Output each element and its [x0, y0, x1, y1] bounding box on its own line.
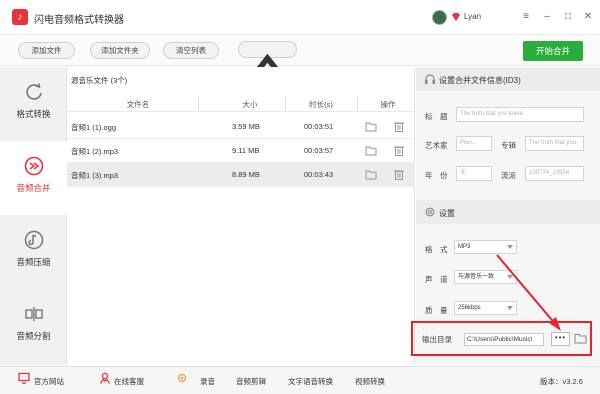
open-output-folder-icon[interactable] — [574, 333, 587, 344]
delete-icon[interactable] — [393, 169, 405, 180]
file-duration: 00:03:43 — [304, 170, 334, 179]
chevron-down-icon — [507, 275, 513, 279]
id3-section-title: 设置合并文件信息(ID3) — [439, 76, 521, 85]
maximize-button[interactable]: □ — [561, 10, 575, 24]
year-input[interactable]: 无 — [456, 166, 492, 181]
channel-select[interactable]: 与源音乐一致 — [454, 270, 517, 284]
title-bar: ♪ 闪电音频格式转换器 Lyan ≡ – □ ✕ — [0, 0, 600, 35]
sidebar-item-label: 格式转换 — [16, 109, 51, 119]
file-duration: 00:03:57 — [304, 146, 334, 155]
app-logo-icon: ♪ — [12, 9, 28, 25]
sidebar-item-audio-split[interactable]: 音频分割 — [0, 289, 67, 363]
format-select-value: MP3 — [458, 244, 471, 250]
refresh-icon — [26, 83, 42, 100]
column-header-filename: 文件名 — [126, 100, 150, 109]
delete-icon[interactable] — [393, 121, 405, 132]
year-label: 年 份 — [425, 171, 448, 180]
close-button[interactable]: ✕ — [581, 10, 595, 24]
genre-label: 流派 — [501, 171, 516, 180]
delete-icon[interactable] — [393, 145, 405, 156]
file-duration: 00:03:51 — [304, 122, 334, 131]
column-divider[interactable] — [198, 96, 199, 110]
quality-label: 质 量 — [425, 306, 448, 315]
merge-icon — [24, 156, 44, 176]
app-title: 闪电音频格式转换器 — [34, 15, 124, 26]
settings-section-header: 设置 — [416, 200, 600, 224]
toolbar: 添加文件 添加文件夹 清空列表 开始合并 — [0, 36, 600, 135]
column-divider[interactable] — [357, 96, 358, 110]
sidebar: 格式转换 音频合并 音频压缩 音频分割 — [0, 67, 67, 365]
add-file-button[interactable]: 添加文件 — [18, 42, 75, 59]
file-size: 8.89 MB — [232, 170, 260, 179]
start-merge-button[interactable]: 开始合并 — [523, 41, 583, 61]
online-support-link[interactable]: 在线客服 — [114, 376, 144, 387]
file-name: 音频1 (3).mp3 — [71, 171, 119, 180]
title-label: 标 题 — [425, 112, 448, 121]
id3-section-header: 设置合并文件信息(ID3) — [416, 67, 600, 91]
column-header-size: 大小 — [242, 100, 258, 109]
sidebar-item-label: 音频分割 — [16, 331, 51, 341]
record-link[interactable]: 录音 — [200, 376, 215, 387]
artist-label: 艺术家 — [425, 141, 448, 150]
format-select[interactable]: MP3 — [454, 240, 517, 254]
video-convert-link[interactable]: 视频转换 — [355, 376, 385, 387]
browse-button[interactable]: ••• — [551, 332, 570, 346]
split-icon — [25, 307, 43, 321]
vip-badge-icon — [452, 13, 460, 21]
clear-list-button[interactable]: 清空列表 — [163, 42, 219, 59]
quality-select[interactable]: 256kbps — [454, 301, 517, 315]
username[interactable]: Lyan — [464, 12, 481, 21]
version-label: 版本：v3.2.6 — [540, 377, 583, 386]
audio-edit-link[interactable]: 音频剪辑 — [236, 376, 266, 387]
output-path-field[interactable]: C:\Users\Public\Music\ — [464, 333, 544, 346]
gear-icon — [425, 207, 435, 217]
minimize-button[interactable]: – — [540, 10, 554, 24]
sidebar-item-label: 音频合并 — [16, 183, 51, 193]
sidebar-item-audio-merge[interactable]: 音频合并 — [0, 141, 67, 215]
sidebar-item-audio-compress[interactable]: 音频压缩 — [0, 215, 67, 289]
file-size: 9.11 MB — [232, 146, 260, 155]
headphones-icon — [425, 74, 435, 84]
artist-input[interactable]: Pian... — [456, 136, 492, 151]
settings-section-title: 设置 — [439, 209, 455, 218]
sidebar-item-format-convert[interactable]: 格式转换 — [0, 67, 67, 141]
column-divider[interactable] — [285, 96, 286, 110]
sidebar-item-label: 音频压缩 — [16, 257, 51, 267]
compress-icon — [24, 230, 44, 250]
open-folder-icon[interactable] — [365, 121, 377, 132]
album-label: 专辑 — [501, 141, 516, 150]
open-folder-icon[interactable] — [365, 169, 377, 180]
chevron-down-icon — [507, 245, 513, 249]
file-name: 音频1 (2).mp3 — [71, 147, 119, 156]
title-input[interactable]: The truth that you leave — [456, 107, 584, 122]
open-folder-icon[interactable] — [365, 145, 377, 156]
menu-icon[interactable]: ≡ — [519, 10, 533, 24]
file-size: 3.59 MB — [232, 122, 260, 131]
channel-label: 声 道 — [425, 275, 448, 284]
file-name: 音频1 (1).ogg — [71, 123, 117, 132]
text-to-speech-link[interactable]: 文字语音转换 — [288, 376, 333, 387]
official-site-link[interactable]: 官方网站 — [34, 376, 64, 387]
reorder-buttons — [238, 41, 297, 135]
monitor-icon — [18, 372, 30, 384]
genre-input[interactable]: 139774_13934 — [525, 166, 584, 181]
file-list-title: 源音乐文件 (3个) — [71, 76, 128, 85]
output-dir-label: 输出目录 — [422, 335, 452, 344]
channel-select-value: 与源音乐一致 — [458, 274, 495, 280]
column-header-duration: 时长(s) — [309, 100, 333, 109]
quality-select-value: 256kbps — [458, 305, 481, 311]
tools-icon — [177, 373, 187, 383]
customer-service-icon — [99, 372, 111, 384]
chevron-down-icon — [507, 306, 513, 310]
album-input[interactable]: The truth that you — [525, 136, 584, 151]
user-avatar[interactable] — [432, 10, 447, 25]
add-folder-button[interactable]: 添加文件夹 — [90, 42, 150, 59]
column-header-actions: 操作 — [380, 100, 396, 109]
format-label: 格 式 — [425, 245, 448, 254]
